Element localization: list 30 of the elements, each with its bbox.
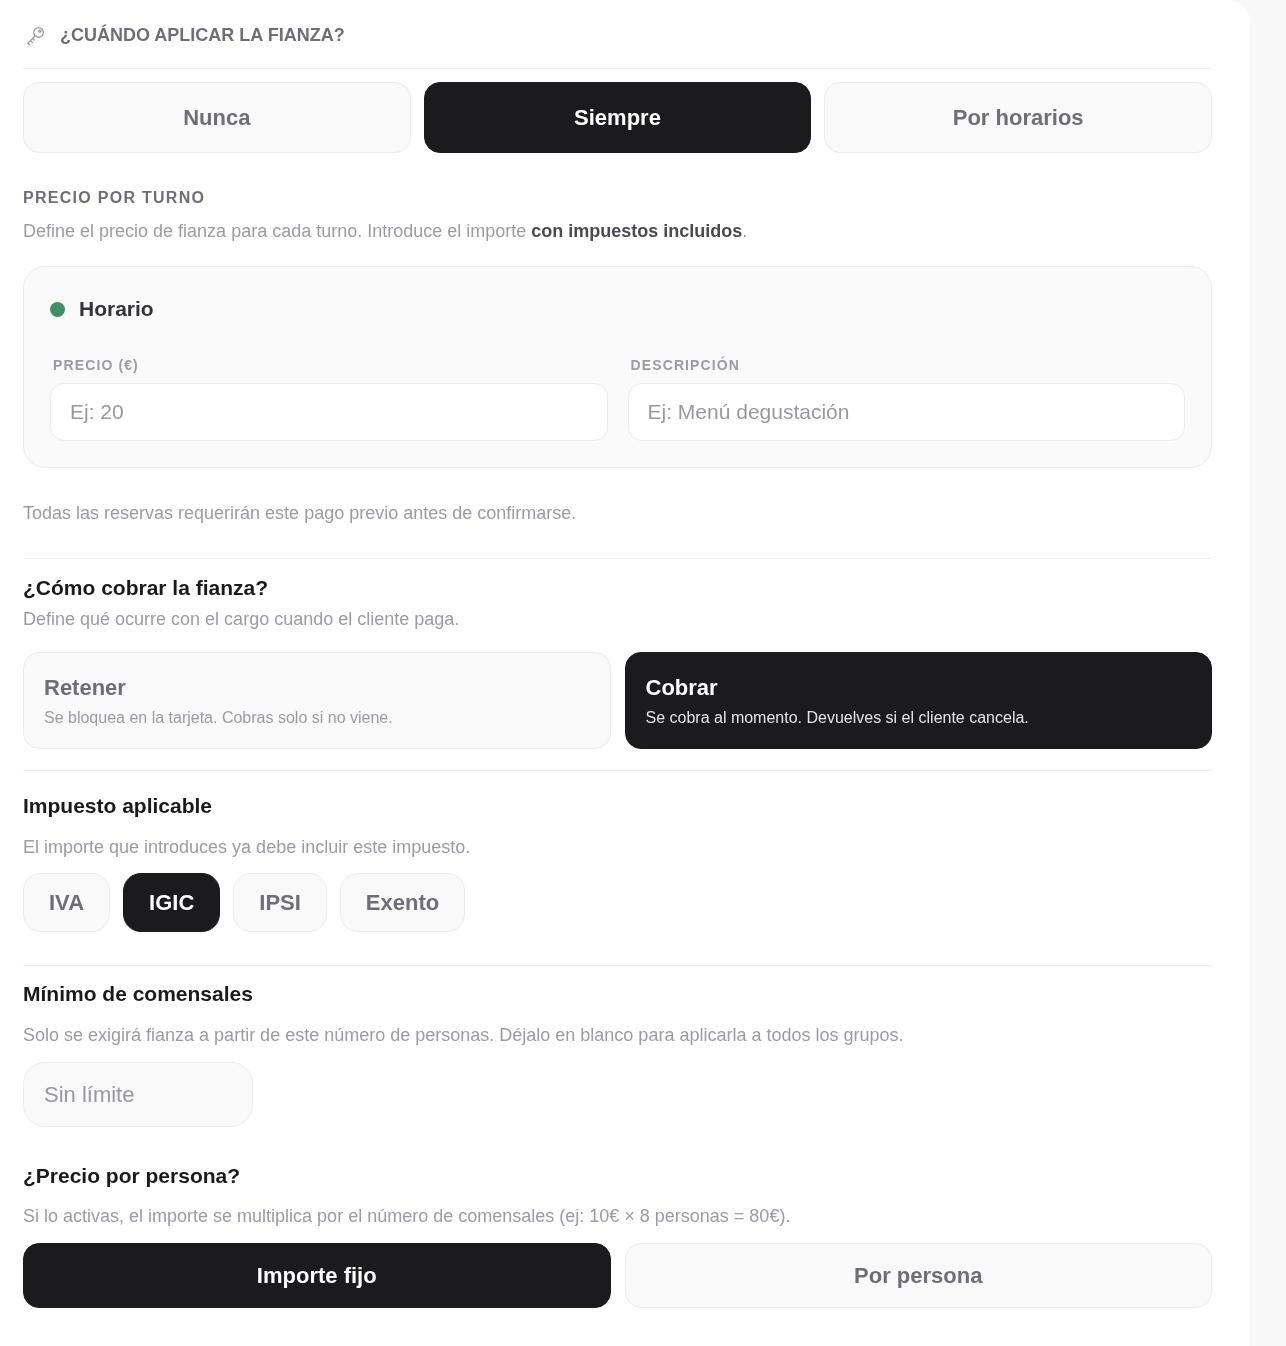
text-input[interactable]: Ej: 20 (50, 383, 608, 441)
section-description: Si lo activas, el importe se multiplica por el número de comensales (ej: 10€ × 8 personas = 80€). (23, 1205, 792, 1228)
tax-option-button[interactable]: Exento (339, 873, 466, 932)
tax-option-button[interactable]: IPSI (233, 873, 327, 932)
charge-option-button[interactable]: Retener Se bloquea en la tarjeta. Cobras solo si no viene. (23, 652, 611, 749)
tax-option-button[interactable]: IGIC (123, 873, 221, 932)
shift-name: Horario (79, 296, 154, 323)
pricing-option-button[interactable]: Importe fijo (23, 1243, 611, 1308)
section-heading: Impuesto aplicable (23, 793, 214, 819)
section-heading: ¿Cómo cobrar la fianza? (23, 575, 270, 601)
pricing-option-button[interactable]: Por persona (624, 1243, 1212, 1308)
min-diners-input[interactable]: Sin límite (23, 1062, 253, 1127)
field-label: DESCRIPCIÓN (630, 356, 741, 374)
section-heading: Mínimo de comensales (23, 981, 254, 1007)
text-input[interactable]: Ej: Menú degustación (627, 383, 1185, 441)
key-icon (25, 24, 46, 46)
section-label: PRECIO POR TURNO (23, 188, 207, 208)
section-title: ¿CUÁNDO APLICAR LA FIANZA? (60, 23, 345, 47)
info-note: Todas las reservas requerirán este pago previo antes de confirmarse. (23, 502, 578, 525)
tax-option-button[interactable]: IVA (23, 873, 111, 932)
apply-option-button[interactable]: Por horarios (824, 82, 1212, 153)
section-description: El importe que introduces ya debe incluir este impuesto. (23, 836, 472, 859)
field-label: PRECIO (€) (53, 356, 139, 374)
section-description: Define el precio de fianza para cada turno. Introduce el importe con impuestos incluidos. (23, 220, 749, 243)
section-description: Define qué ocurre con el cargo cuando el cliente paga. (23, 608, 461, 631)
charge-option-button[interactable]: Cobrar Se cobra al momento. Devuelves si el cliente cancela. (624, 652, 1212, 749)
apply-option-button[interactable]: Siempre (423, 82, 812, 153)
section-heading: ¿Precio por persona? (23, 1163, 242, 1189)
section-description: Solo se exigirá fianza a partir de este número de personas. Déjalo en blanco para aplicarla a todos los grupos. (23, 1024, 905, 1047)
apply-option-button[interactable]: Nunca (23, 82, 411, 153)
